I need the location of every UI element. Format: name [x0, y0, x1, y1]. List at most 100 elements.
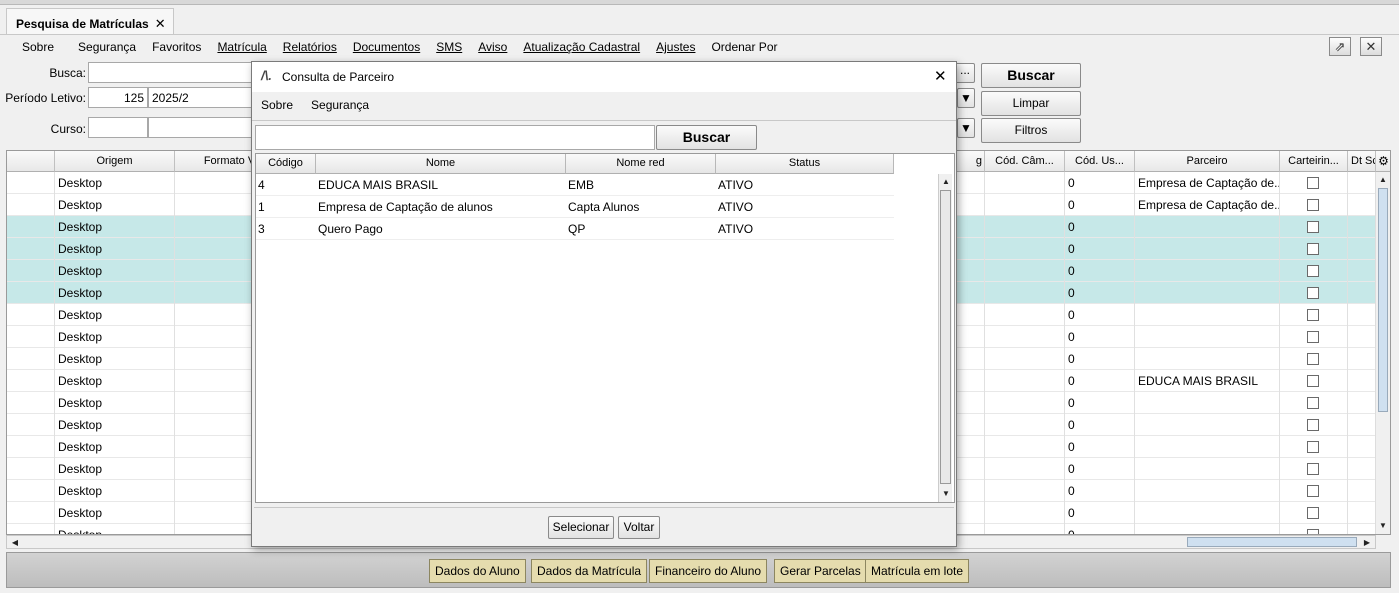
menu-atualizacao-cadastral[interactable]: Atualização Cadastral [515, 38, 648, 58]
codigo-cell: 3 [258, 222, 265, 236]
col-header-parceiro[interactable]: Parceiro [1135, 151, 1280, 172]
grid-vertical-scrollbar[interactable]: ▲ ▼ [1375, 172, 1390, 534]
carteirinha-checkbox[interactable] [1307, 419, 1319, 431]
menu-favoritos[interactable]: Favoritos [144, 38, 209, 58]
dialog-col-codigo[interactable]: Código [256, 154, 316, 174]
dialog-buscar-button[interactable]: Buscar [656, 125, 757, 150]
parceiro-row[interactable]: 1 Empresa de Captação de alunos Capta Alun… [256, 196, 894, 218]
gerar-parcelas-button[interactable]: Gerar Parcelas [774, 559, 867, 583]
dialog-menu-sobre[interactable]: Sobre [252, 96, 302, 116]
carteirinha-checkbox[interactable] [1307, 221, 1319, 233]
curso-code-input[interactable] [88, 117, 148, 138]
dt-cell [1348, 458, 1376, 480]
busca-input[interactable] [88, 62, 256, 83]
parceiro-cell [1135, 502, 1280, 524]
parceiro-cell [1135, 392, 1280, 414]
scroll-down-icon[interactable]: ▼ [1377, 521, 1389, 531]
menu-ajustes[interactable]: Ajustes [648, 38, 703, 58]
col-header-dt[interactable]: Dt Sc [1348, 151, 1376, 172]
carteirinha-checkbox[interactable] [1307, 463, 1319, 475]
window-close-icon[interactable]: ✕ [1360, 37, 1382, 56]
selecionar-button[interactable]: Selecionar [548, 516, 614, 539]
menu-seguranca[interactable]: Segurança [70, 38, 144, 58]
carteirinha-checkbox[interactable] [1307, 177, 1319, 189]
origem-cell: Desktop [55, 348, 175, 370]
nome-cell: Empresa de Captação de alunos [318, 200, 493, 214]
scroll-left-icon[interactable]: ◀ [9, 538, 21, 548]
carteirinha-cell [1280, 260, 1348, 282]
curso-dropdown-icon[interactable]: ▼ [957, 118, 975, 138]
buscar-button[interactable]: Buscar [981, 63, 1081, 88]
carteirinha-cell [1280, 172, 1348, 194]
carteirinha-checkbox[interactable] [1307, 243, 1319, 255]
cod-camara-cell [985, 414, 1065, 436]
gear-icon[interactable]: ⚙ [1376, 151, 1390, 172]
nome-red-cell: Capta Alunos [568, 200, 640, 214]
dialog-vertical-scrollbar[interactable]: ▲ ▼ [938, 174, 952, 502]
tab-pesquisa-matriculas[interactable]: Pesquisa de Matrículas ✕ [6, 8, 174, 35]
scroll-right-icon[interactable]: ▶ [1361, 538, 1373, 548]
dialog-menu-seguranca[interactable]: Segurança [302, 96, 378, 116]
dialog-scroll-thumb[interactable] [940, 190, 951, 484]
carteirinha-checkbox[interactable] [1307, 309, 1319, 321]
dialog-col-status[interactable]: Status [716, 154, 894, 174]
row-blank-cell [7, 392, 55, 414]
filtros-button[interactable]: Filtros [981, 118, 1081, 143]
menu-documentos[interactable]: Documentos [345, 38, 428, 58]
cod-camara-cell [985, 480, 1065, 502]
curso-name-input[interactable] [148, 117, 256, 138]
parceiro-cell [1135, 414, 1280, 436]
dialog-col-nome-red[interactable]: Nome red [566, 154, 716, 174]
col-header-carteirinha[interactable]: Carteirin... [1280, 151, 1348, 172]
dialog-titlebar[interactable]: /\. Consulta de Parceiro ✕ [252, 62, 956, 92]
voltar-button[interactable]: Voltar [618, 516, 660, 539]
carteirinha-checkbox[interactable] [1307, 441, 1319, 453]
dialog-search-input[interactable] [255, 125, 655, 150]
matricula-lote-button[interactable]: Matrícula em lote [865, 559, 970, 583]
menu-sobre[interactable]: Sobre [6, 38, 70, 58]
carteirinha-checkbox[interactable] [1307, 265, 1319, 277]
hscroll-thumb[interactable] [1187, 537, 1357, 547]
dt-cell [1348, 326, 1376, 348]
tab-close-icon[interactable]: ✕ [155, 16, 166, 31]
parceiro-row[interactable]: 4 EDUCA MAIS BRASIL EMB ATIVO [256, 174, 894, 196]
carteirinha-checkbox[interactable] [1307, 397, 1319, 409]
menu-ordenar-por[interactable]: Ordenar Por [703, 38, 785, 58]
busca-ellipsis-button[interactable]: ... [955, 63, 975, 83]
financeiro-aluno-button[interactable]: Financeiro do Aluno [649, 559, 768, 583]
carteirinha-checkbox[interactable] [1307, 375, 1319, 387]
popout-icon[interactable]: ⇗ [1329, 37, 1351, 56]
col-header-cod-camara[interactable]: Cód. Câm... [985, 151, 1065, 172]
col-header-cod-usuario[interactable]: Cód. Us... [1065, 151, 1135, 172]
carteirinha-checkbox[interactable] [1307, 199, 1319, 211]
menu-matricula[interactable]: Matrícula [209, 38, 274, 58]
dialog-close-icon[interactable]: ✕ [934, 67, 947, 85]
limpar-button[interactable]: Limpar [981, 91, 1081, 116]
origem-cell: Desktop [55, 260, 175, 282]
cod-usuario-cell: 0 [1065, 436, 1135, 458]
dados-aluno-button[interactable]: Dados do Aluno [429, 559, 526, 583]
carteirinha-checkbox[interactable] [1307, 507, 1319, 519]
dialog-scroll-down-icon[interactable]: ▼ [940, 489, 952, 499]
dialog-scroll-up-icon[interactable]: ▲ [940, 177, 952, 187]
periodo-code-input[interactable]: 125 [88, 87, 148, 108]
periodo-value-input[interactable]: 2025/2 [148, 87, 256, 108]
menu-relatorios[interactable]: Relatórios [275, 38, 345, 58]
carteirinha-checkbox[interactable] [1307, 485, 1319, 497]
carteirinha-checkbox[interactable] [1307, 353, 1319, 365]
col-header-blank[interactable] [7, 151, 55, 172]
periodo-dropdown-icon[interactable]: ▼ [957, 88, 975, 108]
origem-cell: Desktop [55, 304, 175, 326]
status-cell: ATIVO [718, 200, 754, 214]
col-header-origem[interactable]: Origem [55, 151, 175, 172]
status-cell: ATIVO [718, 178, 754, 192]
menu-sms[interactable]: SMS [428, 38, 470, 58]
menu-aviso[interactable]: Aviso [470, 38, 515, 58]
parceiro-row[interactable]: 3 Quero Pago QP ATIVO [256, 218, 894, 240]
carteirinha-checkbox[interactable] [1307, 287, 1319, 299]
dialog-col-nome[interactable]: Nome [316, 154, 566, 174]
scroll-up-icon[interactable]: ▲ [1377, 175, 1389, 185]
carteirinha-checkbox[interactable] [1307, 331, 1319, 343]
grid-scroll-thumb[interactable] [1378, 188, 1388, 412]
dados-matricula-button[interactable]: Dados da Matrícula [531, 559, 648, 583]
